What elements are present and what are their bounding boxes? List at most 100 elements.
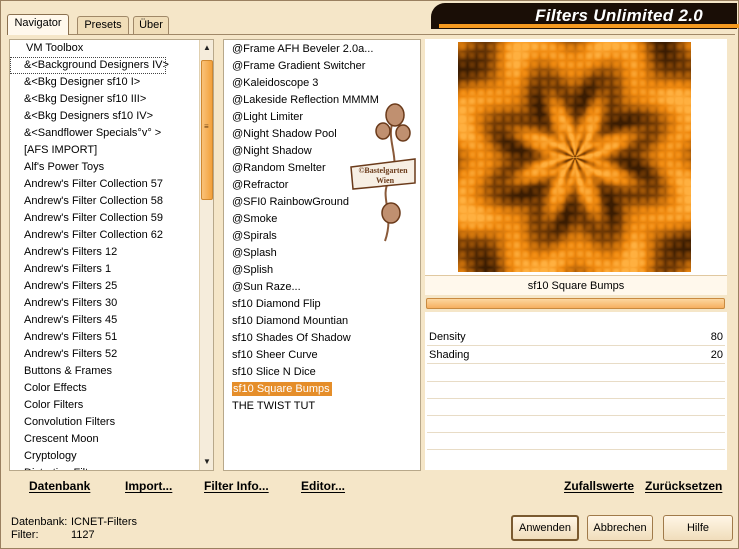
filter-item[interactable]: sf10 Diamond Flip (224, 296, 420, 313)
database-button[interactable]: Datenbank (29, 479, 90, 493)
category-list[interactable]: VM Toolbox &<Background Designers IV> &<Bk… (9, 39, 214, 471)
category-item[interactable]: Convolution Filters (10, 414, 200, 431)
category-item[interactable]: [AFS IMPORT] (10, 142, 200, 159)
param-density[interactable]: Density 80 (427, 329, 725, 346)
tab-presets[interactable]: Presets (77, 16, 129, 34)
param-value[interactable]: 80 (711, 329, 723, 346)
filter-item[interactable]: sf10 Diamond Mountian (224, 313, 420, 330)
scroll-up-icon[interactable]: ▲ (202, 43, 212, 53)
category-item[interactable]: &<Background Designers IV> (10, 57, 169, 74)
category-item[interactable]: Andrew's Filters 45 (10, 312, 200, 329)
category-item[interactable]: VM Toolbox (10, 40, 200, 57)
category-item[interactable]: &<Sandflower Specials°v° > (10, 125, 200, 142)
parameter-toolbar: Zufallswerte Zurücksetzen (425, 473, 727, 499)
category-item[interactable]: Andrew's Filters 30 (10, 295, 200, 312)
filter-item[interactable]: sf10 Shades Of Shadow (224, 330, 420, 347)
filter-item-label: THE TWIST TUT (232, 400, 316, 412)
editor-button[interactable]: Editor... (301, 479, 345, 493)
param-row-empty (427, 398, 725, 399)
watermark-line-2: Wien (376, 176, 395, 185)
filter-count-value: 1127 (71, 529, 95, 541)
filter-item-label: @Spirals (232, 230, 277, 242)
filter-item-label: sf10 Diamond Mountian (232, 315, 349, 327)
category-item[interactable]: Alf's Power Toys (10, 159, 200, 176)
apply-button[interactable]: Anwenden (511, 515, 579, 541)
watermark-line-1: ©Bastelgarten (358, 166, 408, 175)
flower-bud-icon (385, 103, 405, 127)
category-item[interactable]: Distortion Filters (10, 465, 200, 470)
filter-count-label: Filter: (11, 529, 39, 541)
category-item[interactable]: Andrew's Filters 25 (10, 278, 200, 295)
scroll-thumb[interactable]: ≡ (201, 60, 213, 200)
category-item[interactable]: Color Filters (10, 397, 200, 414)
filter-item-label: sf10 Square Bumps (232, 382, 332, 396)
category-item[interactable]: Andrew's Filters 1 (10, 261, 200, 278)
filter-item[interactable]: @Kaleidoscope 3 (224, 75, 420, 92)
filter-item-label: @SFI0 RainbowGround (232, 196, 349, 208)
filter-item-label: @Night Shadow (232, 145, 312, 157)
category-item[interactable]: Andrew's Filter Collection 59 (10, 210, 200, 227)
random-values-button[interactable]: Zufallswerte (564, 479, 634, 493)
filter-item-label: sf10 Sheer Curve (232, 349, 318, 361)
category-item[interactable]: &<Bkg Designer sf10 III> (10, 91, 200, 108)
category-item[interactable]: &<Bkg Designers sf10 IV> (10, 108, 200, 125)
category-item[interactable]: Andrew's Filter Collection 62 (10, 227, 200, 244)
filter-item-label: @Light Limiter (232, 111, 304, 123)
filter-item[interactable]: sf10 Square Bumps (224, 381, 420, 398)
filters-unlimited-window: Filters Unlimited 2.0 Navigator Presets … (0, 0, 739, 549)
category-item[interactable]: Andrew's Filters 51 (10, 329, 200, 346)
navigator-toolbar: Datenbank Import... Filter Info... Edito… (9, 473, 421, 499)
filter-item[interactable]: sf10 Sheer Curve (224, 347, 420, 364)
status-area: Datenbank: ICNET-Filters Filter: 1127 (11, 516, 137, 542)
category-item[interactable]: Andrew's Filters 12 (10, 244, 200, 261)
grip-icon: ≡ (204, 122, 209, 131)
reset-button[interactable]: Zurücksetzen (645, 479, 722, 493)
help-button[interactable]: Hilfe (663, 515, 733, 541)
category-scrollbar[interactable]: ▲ ≡ ▼ (199, 40, 213, 470)
filter-item-label: sf10 Shades Of Shadow (232, 332, 351, 344)
filter-item-label: sf10 Diamond Flip (232, 298, 321, 310)
category-item[interactable]: Color Effects (10, 380, 200, 397)
tab-divider (7, 34, 735, 35)
bastelgarten-watermark: ©Bastelgarten Wien (350, 103, 416, 242)
category-items: VM Toolbox &<Background Designers IV> &<Bk… (10, 40, 200, 470)
filter-preview-image (458, 42, 691, 272)
filter-item-label: @Frame AFH Beveler 2.0a... (232, 43, 374, 55)
database-label: Datenbank: (11, 516, 68, 528)
filter-item-label: @Random Smelter (232, 162, 326, 174)
filter-item-label: @Frame Gradient Switcher (232, 60, 366, 72)
param-value[interactable]: 20 (711, 347, 723, 364)
tab-navigator[interactable]: Navigator (7, 14, 69, 35)
filter-item[interactable]: @Splish (224, 262, 420, 279)
category-item[interactable]: Cryptology (10, 448, 200, 465)
filter-item-label: @Kaleidoscope 3 (232, 77, 319, 89)
scroll-down-icon[interactable]: ▼ (202, 457, 212, 467)
opacity-slider[interactable] (426, 298, 725, 309)
filter-item-label: @Refractor (232, 179, 289, 191)
filter-item-label: @Night Shadow Pool (232, 128, 337, 140)
param-shading[interactable]: Shading 20 (427, 347, 725, 364)
category-item[interactable]: &<Bkg Designer sf10 I> (10, 74, 200, 91)
filter-item[interactable]: @Frame Gradient Switcher (224, 58, 420, 75)
window-title: Filters Unlimited 2.0 (535, 6, 703, 25)
title-bar: Filters Unlimited 2.0 (431, 3, 739, 29)
filter-item-label: sf10 Slice N Dice (232, 366, 316, 378)
flower-icon (381, 202, 401, 224)
cancel-button[interactable]: Abbrechen (587, 515, 653, 541)
filter-item[interactable]: sf10 Slice N Dice (224, 364, 420, 381)
tab-about[interactable]: Über (133, 16, 169, 34)
filter-item[interactable]: @Sun Raze... (224, 279, 420, 296)
category-item[interactable]: Buttons & Frames (10, 363, 200, 380)
category-item[interactable]: Crescent Moon (10, 431, 200, 448)
parameter-panel: Density 80 Shading 20 (425, 312, 727, 470)
param-row-empty (427, 381, 725, 382)
category-item[interactable]: Andrew's Filters 52 (10, 346, 200, 363)
filter-item-label: @Smoke (232, 213, 278, 225)
filter-info-button[interactable]: Filter Info... (204, 479, 269, 493)
import-button[interactable]: Import... (125, 479, 172, 493)
category-item[interactable]: Andrew's Filter Collection 57 (10, 176, 200, 193)
filter-item[interactable]: THE TWIST TUT (224, 398, 420, 415)
filter-name-label: sf10 Square Bumps (425, 275, 727, 295)
category-item[interactable]: Andrew's Filter Collection 58 (10, 193, 200, 210)
filter-item[interactable]: @Frame AFH Beveler 2.0a... (224, 41, 420, 58)
